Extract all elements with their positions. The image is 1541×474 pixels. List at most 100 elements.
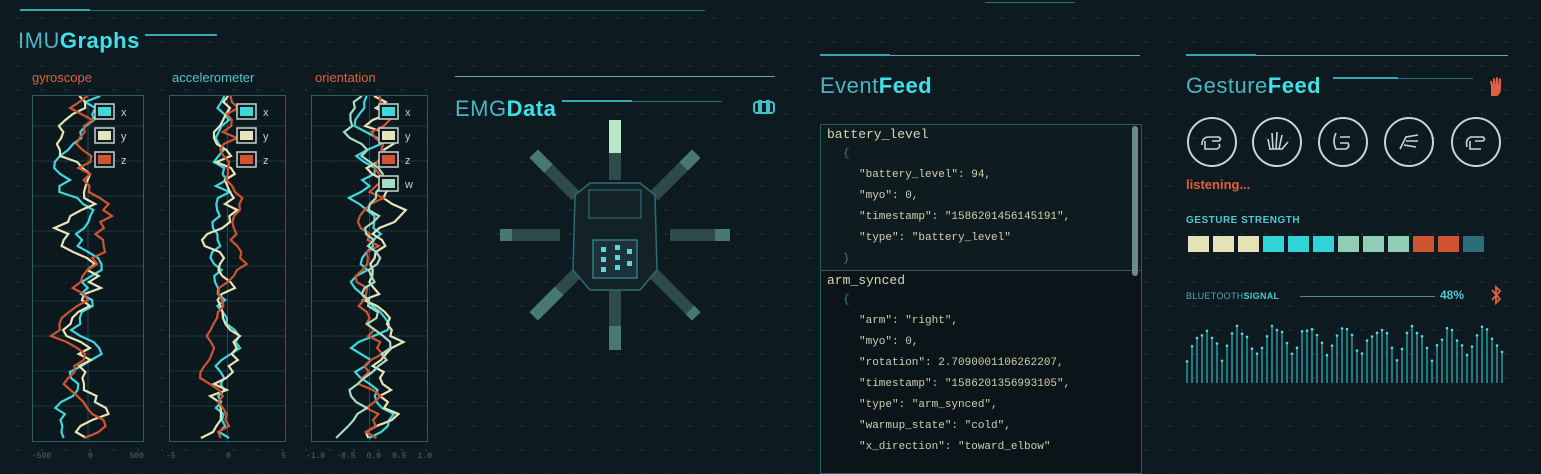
signal-spike-tip xyxy=(1260,346,1264,350)
accelerometer-plot: xyz xyxy=(170,95,285,441)
signal-spike-tip xyxy=(1405,331,1409,335)
event-name: arm_synced xyxy=(827,273,906,288)
event-item-battery-level[interactable]: battery_level { "battery_level": 94, "my… xyxy=(821,125,1141,270)
signal-spike-tip xyxy=(1225,344,1229,348)
signal-spike-tip xyxy=(1415,331,1419,335)
signal-spike-tip xyxy=(1480,325,1484,329)
bluetooth-rule xyxy=(1300,296,1435,297)
event-feed-list[interactable]: battery_level { "battery_level": 94, "my… xyxy=(820,124,1142,474)
fingers-spread-gesture-icon[interactable] xyxy=(1252,117,1302,167)
gesture-title-rule xyxy=(1333,77,1398,79)
event-top-rule-accent xyxy=(820,54,890,56)
legend-label: y xyxy=(263,131,269,143)
signal-spike-tip xyxy=(1355,349,1359,352)
signal-spike-tip xyxy=(1460,344,1464,347)
signal-spike-tip xyxy=(1365,339,1369,342)
gesture-title-rule-thin xyxy=(1398,78,1473,79)
strength-segment xyxy=(1313,236,1334,252)
legend-swatch xyxy=(240,155,253,164)
gesture-strength-label: GESTURE STRENGTH xyxy=(1186,215,1301,226)
event-title-part2: Feed xyxy=(878,73,933,98)
event-feed-title: EventFeed xyxy=(820,73,932,99)
signal-spike-tip xyxy=(1205,329,1209,333)
legend-swatch xyxy=(382,107,395,116)
emg-channel-bar xyxy=(649,269,701,321)
gyroscope-label: gyroscope xyxy=(32,70,92,85)
signal-spike-tip xyxy=(1215,342,1219,345)
strength-segment xyxy=(1213,236,1234,252)
emg-title-part2: Data xyxy=(506,96,557,121)
signal-spike-tip xyxy=(1340,327,1344,330)
orientation-plot: xyzw xyxy=(312,95,427,441)
tick: -500 xyxy=(32,452,52,461)
legend-swatch xyxy=(382,155,395,164)
signal-trace xyxy=(53,94,103,439)
event-item-arm-synced[interactable]: arm_synced { "arm": "right", "myo": 0, "… xyxy=(821,270,1141,458)
gesture-status: listening... xyxy=(1186,177,1251,192)
signal-trace xyxy=(360,95,408,439)
strength-segment xyxy=(1388,236,1409,252)
tick: 5 xyxy=(281,452,286,461)
signal-spike-tip xyxy=(1270,324,1274,328)
signal-spike-tip xyxy=(1445,326,1449,330)
tick: -0.5 xyxy=(336,452,356,461)
signal-spike-tip xyxy=(1250,347,1254,351)
imu-title-part1: IMU xyxy=(18,28,60,53)
legend-swatch xyxy=(382,179,395,188)
legend-label: x xyxy=(263,107,269,119)
tick: 0.0 xyxy=(366,452,381,461)
bluetooth-signal-value: 48% xyxy=(1440,288,1465,302)
tick: -5 xyxy=(166,452,176,461)
double-tap-gesture-icon[interactable] xyxy=(1451,117,1501,167)
signal-spike-tip xyxy=(1360,352,1364,355)
signal-spike-tip xyxy=(1235,324,1239,328)
hand-icon[interactable] xyxy=(1488,76,1504,98)
emg-channel-bar xyxy=(529,149,581,201)
signal-spike-tip xyxy=(1240,332,1244,336)
signal-spike-tip xyxy=(1450,328,1454,332)
emg-radial-display xyxy=(500,120,730,350)
event-title-part1: Event xyxy=(820,73,879,98)
gesture-title-part2: Feed xyxy=(1267,73,1322,98)
tick: 500 xyxy=(129,452,144,461)
strength-segment xyxy=(1463,236,1484,252)
emg-title-rule xyxy=(562,100,632,102)
armband-icon[interactable] xyxy=(752,98,776,116)
event-line: "timestamp": "1586201456145191", xyxy=(859,211,1071,223)
legend-swatch xyxy=(240,131,253,140)
signal-spike-tip xyxy=(1195,336,1199,340)
imu-title-part2: Graphs xyxy=(59,28,140,53)
bluetooth-icon[interactable] xyxy=(1490,284,1502,306)
wave-out-gesture-icon[interactable] xyxy=(1384,117,1434,167)
tick: 0.5 xyxy=(392,452,407,461)
signal-spike-tip xyxy=(1440,338,1444,341)
legend-swatch xyxy=(98,155,111,164)
wave-in-gesture-icon[interactable] xyxy=(1318,117,1368,167)
legend-label: x xyxy=(405,107,411,119)
event-brace: } xyxy=(843,253,850,265)
signal-spike-tip xyxy=(1255,352,1259,355)
event-line: "type": "arm_synced", xyxy=(859,399,998,411)
emg-channel-bar xyxy=(649,149,701,201)
top-divider xyxy=(20,10,705,11)
event-feed-scrollbar[interactable] xyxy=(1132,126,1138,276)
event-line: "myo": 0, xyxy=(859,336,919,348)
gyroscope-ticks: -500 0 500 xyxy=(32,452,144,461)
event-line: "timestamp": "1586201356993105", xyxy=(859,378,1071,390)
signal-spike-tip xyxy=(1420,335,1424,338)
armband-graphic xyxy=(572,182,658,291)
legend-label: z xyxy=(121,155,127,167)
signal-spike-tip xyxy=(1335,334,1339,337)
signal-spike-tip xyxy=(1325,353,1329,357)
top-divider-accent xyxy=(20,9,90,11)
gesture-top-rule-accent xyxy=(1186,54,1256,56)
signal-spike-tip xyxy=(1490,337,1494,341)
tick: 0 xyxy=(225,452,231,461)
signal-spike-tip xyxy=(1390,346,1394,350)
orientation-graph: xyzw xyxy=(311,95,428,442)
bluetooth-label-part2: SIGNAL xyxy=(1243,291,1280,301)
legend-label: z xyxy=(263,155,269,167)
fist-gesture-icon[interactable] xyxy=(1187,117,1237,167)
strength-segment xyxy=(1238,236,1259,252)
bluetooth-label-part1: BLUETOOTH xyxy=(1186,291,1244,301)
